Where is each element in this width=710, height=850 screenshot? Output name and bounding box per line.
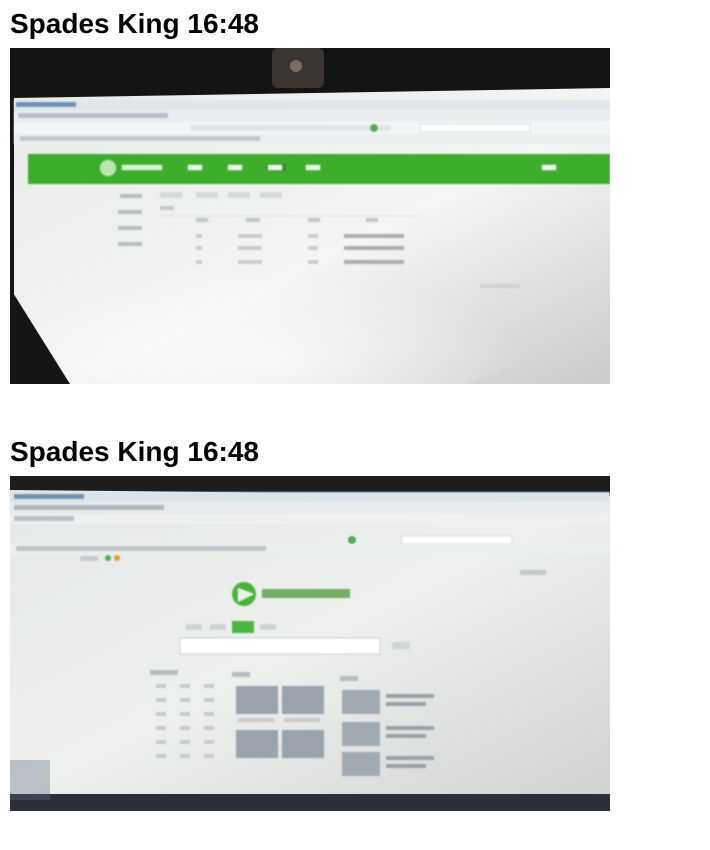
- post-title-1: Spades King 16:48: [10, 8, 259, 39]
- monitor-photo-2: [10, 476, 610, 811]
- photo-1-admin-screen: [10, 48, 610, 384]
- taskbar: [10, 794, 610, 811]
- photo-2-portal-screen: [10, 476, 610, 811]
- post-title-2: Spades King 16:48: [10, 436, 259, 467]
- monitor-photo-1: [10, 48, 610, 384]
